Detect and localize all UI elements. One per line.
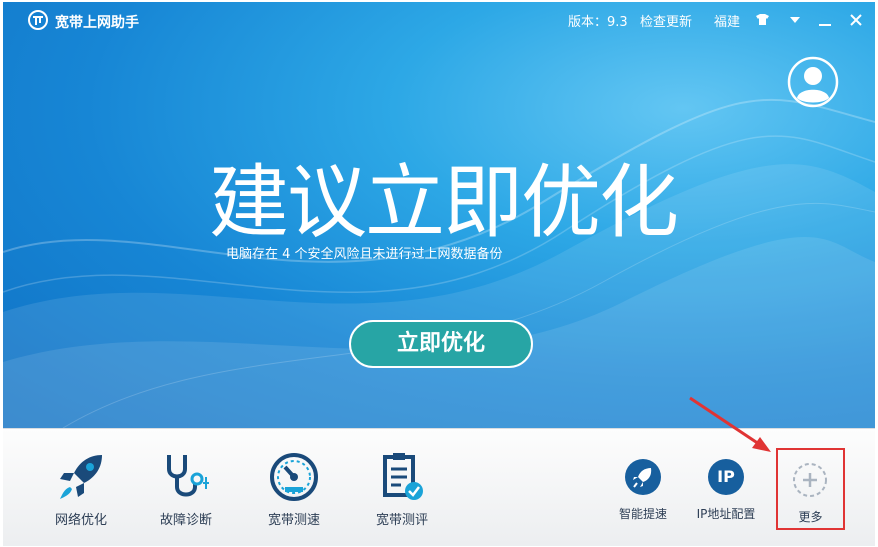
tool-label: 宽带测评 [375, 513, 428, 528]
close-icon[interactable] [849, 13, 863, 27]
tshirt-skin-icon[interactable] [756, 14, 769, 25]
user-avatar-icon[interactable] [787, 56, 839, 108]
plus-circle-icon [793, 463, 827, 497]
tool-diagnosis[interactable]: 故障诊断 [136, 429, 236, 546]
rocket-icon [60, 455, 102, 499]
ip-circle-icon: IP [708, 459, 744, 495]
title-bar: 宽带上网助手 版本：9.3 检查更新 福建 [3, 2, 875, 38]
broadband-logo-icon [28, 10, 48, 30]
app-title: 宽带上网助手 [55, 15, 139, 31]
minimize-icon[interactable] [818, 13, 832, 27]
check-update-link[interactable]: 检查更新 [640, 11, 692, 30]
region-selector[interactable]: 福建 [714, 11, 740, 30]
more-label: 更多 [798, 510, 823, 524]
more-button[interactable]: 更多 [776, 448, 845, 530]
tool-smart-accelerate[interactable]: 智能提速 [601, 429, 685, 546]
app-window: 宽带上网助手 版本：9.3 检查更新 福建 建议立即优化 电脑存在 4 个安全风… [0, 0, 878, 547]
tool-label: 智能提速 [618, 507, 667, 521]
tool-label: 网络优化 [54, 513, 107, 528]
optimize-now-button[interactable]: 立即优化 [349, 320, 533, 368]
stethoscope-icon [167, 455, 209, 497]
tool-label: 故障诊断 [159, 513, 212, 528]
tool-label: 宽带测速 [267, 513, 320, 528]
speedometer-icon [270, 453, 318, 501]
tool-evaluation[interactable]: 宽带测评 [352, 429, 452, 546]
ip-glyph: IP [717, 467, 735, 486]
tool-network-optimize[interactable]: 网络优化 [31, 429, 131, 546]
version-label: 版本：9.3 [568, 15, 628, 30]
tool-ip-config[interactable]: IP IP地址配置 [684, 429, 768, 546]
clipboard-check-icon [383, 453, 423, 500]
rocket-circle-icon [625, 459, 661, 495]
hero-panel: 宽带上网助手 版本：9.3 检查更新 福建 建议立即优化 电脑存在 4 个安全风… [3, 2, 875, 428]
tool-speed-test[interactable]: 宽带测速 [244, 429, 344, 546]
toolbar: 网络优化 故障诊断 宽带测速 宽带测评 智能提速 IP IP地址配置 更多 [3, 428, 875, 546]
headline: 建议立即优化 [209, 156, 679, 249]
risk-summary: 电脑存在 4 个安全风险且未进行过上网数据备份 [226, 247, 503, 262]
dropdown-triangle-icon[interactable] [789, 14, 801, 26]
tool-label: IP地址配置 [696, 507, 756, 521]
